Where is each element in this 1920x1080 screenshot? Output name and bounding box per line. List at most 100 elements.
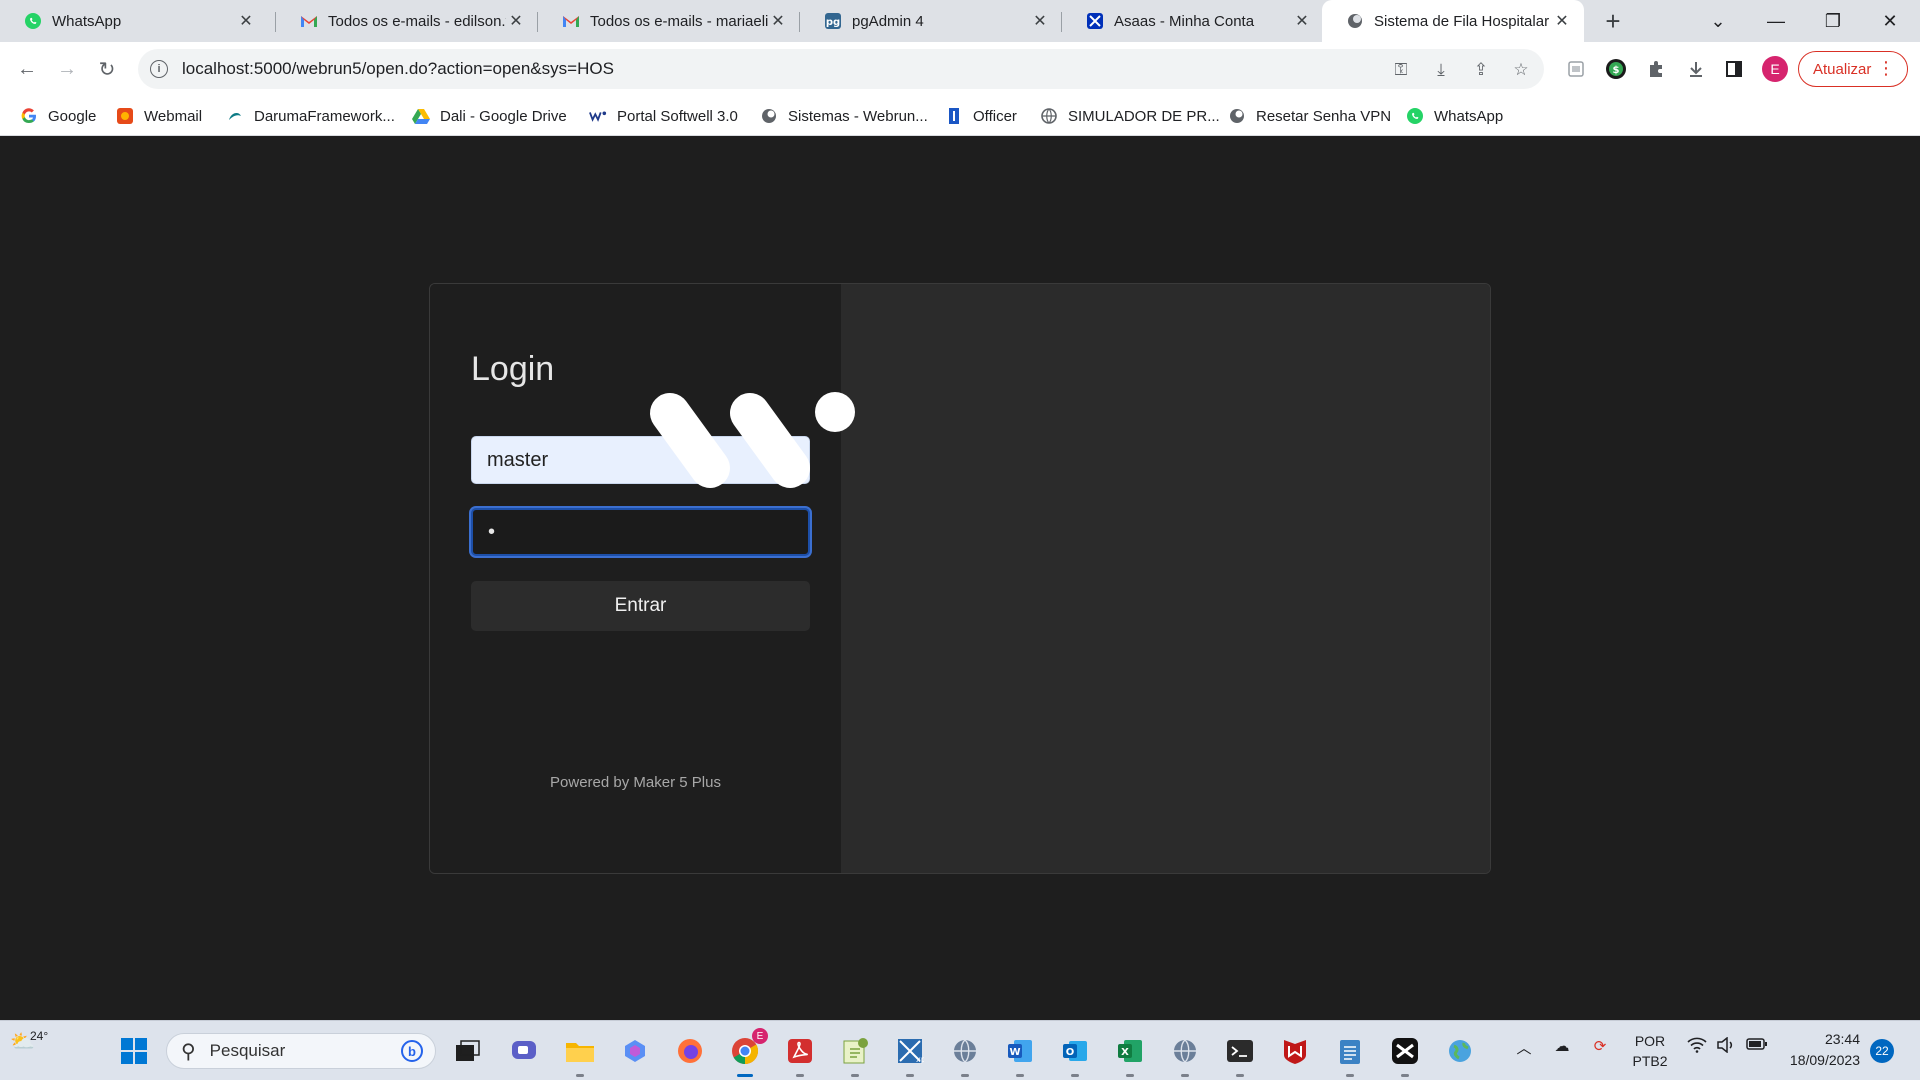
bookmark-google[interactable]: Google [20,105,96,127]
outlook-icon[interactable]: O [1058,1034,1092,1077]
tab-fila-hospitalar[interactable]: Sistema de Fila Hospitalar ✕ [1322,0,1584,42]
tab-strip: WhatsApp ✕ Todos os e-mails - edilson.t … [0,0,1920,42]
bookmark-officer[interactable]: Officer [945,105,1017,127]
tab-pgadmin[interactable]: pg pgAdmin 4 ✕ [800,0,1062,42]
address-bar[interactable]: i localhost:5000/webrun5/open.do?action=… [138,49,1544,89]
reload-icon[interactable]: ↻ [92,54,122,84]
globe-icon [1040,107,1058,125]
xp-app-icon[interactable]: xp [893,1034,927,1077]
close-icon[interactable]: ✕ [768,11,788,31]
bookmark-dali-drive[interactable]: Dali - Google Drive [412,105,567,127]
volume-icon[interactable] [1714,1037,1738,1053]
acrobat-icon[interactable] [783,1034,817,1077]
restore-icon[interactable]: ❐ [1805,0,1861,42]
gmail-icon [562,12,580,30]
taskbar-search[interactable]: ⚲ Pesquisar b [166,1033,436,1069]
browser-toolbar: ← → ↻ i localhost:5000/webrun5/open.do?a… [0,42,1920,96]
excel-icon[interactable]: X [1113,1034,1147,1077]
bookmark-daruma[interactable]: DarumaFramework... [226,105,395,127]
clock-date: 18/09/2023 [1789,1052,1860,1068]
chrome-icon[interactable]: E [728,1028,768,1077]
extension-reader-icon[interactable] [1564,57,1588,81]
bookmark-simulador[interactable]: SIMULADOR DE PR... [1040,105,1220,127]
tab-gmail-edilson[interactable]: Todos os e-mails - edilson.t ✕ [276,0,538,42]
keyboard-layout: PTB2 [1632,1053,1668,1069]
login-button[interactable]: Entrar [471,581,810,631]
share-icon[interactable]: ⇪ [1470,59,1492,81]
site-info-icon[interactable]: i [150,60,168,78]
forward-icon[interactable]: → [52,54,82,84]
webrun-icon [1346,12,1364,30]
close-icon[interactable]: ✕ [506,11,526,31]
svg-text:X: X [1121,1047,1129,1058]
close-icon[interactable]: ✕ [1552,11,1572,31]
tab-gmail-mariaelia[interactable]: Todos os e-mails - mariaelia ✕ [538,0,800,42]
extension-money-icon[interactable]: $ [1604,57,1628,81]
new-tab-button[interactable]: + [1598,6,1628,36]
file-explorer-icon[interactable] [563,1034,597,1077]
battery-icon[interactable] [1745,1037,1769,1051]
bing-icon[interactable]: b [401,1040,423,1062]
gmail-icon [300,12,318,30]
tab-search-icon[interactable]: ⌄ [1690,0,1746,42]
tab-title: Todos os e-mails - edilson.t [328,12,506,30]
wifi-icon[interactable] [1685,1037,1709,1053]
install-app-icon[interactable]: ⤓ [1430,59,1452,81]
weather-temp: 24° [30,1029,49,1043]
mcafee-icon[interactable] [1278,1034,1312,1068]
input-language-indicator[interactable]: POR PTB2 [1625,1031,1675,1071]
bookmark-label: SIMULADOR DE PR... [1068,107,1220,125]
bookmark-sistemas-webrun[interactable]: Sistemas - Webrun... [760,105,928,127]
minimize-icon[interactable]: — [1748,0,1804,42]
extensions-puzzle-icon[interactable] [1644,57,1668,81]
whatsapp-icon [24,12,42,30]
bookmark-resetar-vpn[interactable]: Resetar Senha VPN [1228,105,1391,127]
notification-count-badge[interactable]: 22 [1870,1039,1894,1063]
close-icon[interactable]: ✕ [1292,11,1312,31]
password-field[interactable]: • [471,508,810,556]
network-globe-icon[interactable] [948,1034,982,1077]
profile-avatar[interactable]: E [1762,56,1788,82]
close-icon[interactable]: ✕ [236,11,256,31]
sync-icon[interactable]: ⟳ [1588,1037,1612,1055]
tab-whatsapp[interactable]: WhatsApp ✕ [0,0,268,42]
downloads-icon[interactable] [1684,57,1708,81]
url-text[interactable]: localhost:5000/webrun5/open.do?action=op… [182,59,614,79]
system-clock[interactable]: 23:44 18/09/2023 [1784,1029,1860,1071]
search-placeholder: Pesquisar [209,1041,286,1060]
close-icon[interactable]: ✕ [1030,11,1050,31]
notepad-icon[interactable] [1333,1034,1367,1077]
start-button[interactable] [117,1034,151,1068]
tab-asaas[interactable]: Asaas - Minha Conta ✕ [1062,0,1324,42]
terminal-icon[interactable] [1223,1034,1257,1077]
bookmark-star-icon[interactable]: ☆ [1510,59,1532,81]
logo-panel [841,284,1490,873]
bookmark-whatsapp[interactable]: WhatsApp [1406,105,1503,127]
bookmark-webmail[interactable]: Webmail [116,105,202,127]
bookmark-label: Dali - Google Drive [440,107,567,125]
weather-widget[interactable]: ⛅ 24° [10,1029,48,1054]
firefox-icon[interactable] [673,1034,707,1068]
close-window-icon[interactable]: ✕ [1862,0,1918,42]
bookmark-label: Portal Softwell 3.0 [617,107,738,125]
bookmark-softwell[interactable]: Portal Softwell 3.0 [589,105,738,127]
bookmark-label: Google [48,107,97,125]
task-view-icon[interactable] [451,1034,485,1068]
word-icon[interactable]: W [1003,1034,1037,1077]
more-menu-icon[interactable]: ⋮ [1877,58,1895,79]
onedrive-cloud-icon[interactable]: ☁ [1550,1037,1574,1055]
side-panel-icon[interactable] [1722,57,1746,81]
bookmark-label: WhatsApp [1434,107,1504,125]
capcut-icon[interactable] [1388,1034,1422,1077]
network-globe-icon-2[interactable] [1168,1034,1202,1077]
key-icon[interactable]: ⚿ [1390,59,1412,81]
back-icon[interactable]: ← [12,54,42,84]
bookmark-label: Webmail [144,107,203,125]
copilot-icon[interactable] [618,1034,652,1068]
bookmark-label: Sistemas - Webrun... [788,107,928,125]
earth-app-icon[interactable] [1443,1034,1477,1068]
notepad-plus-icon[interactable] [838,1034,872,1077]
update-button[interactable]: Atualizar ⋮ [1798,51,1908,87]
show-hidden-icons-chevron-icon[interactable]: ︿ [1512,1037,1536,1058]
teams-chat-icon[interactable] [508,1034,542,1068]
